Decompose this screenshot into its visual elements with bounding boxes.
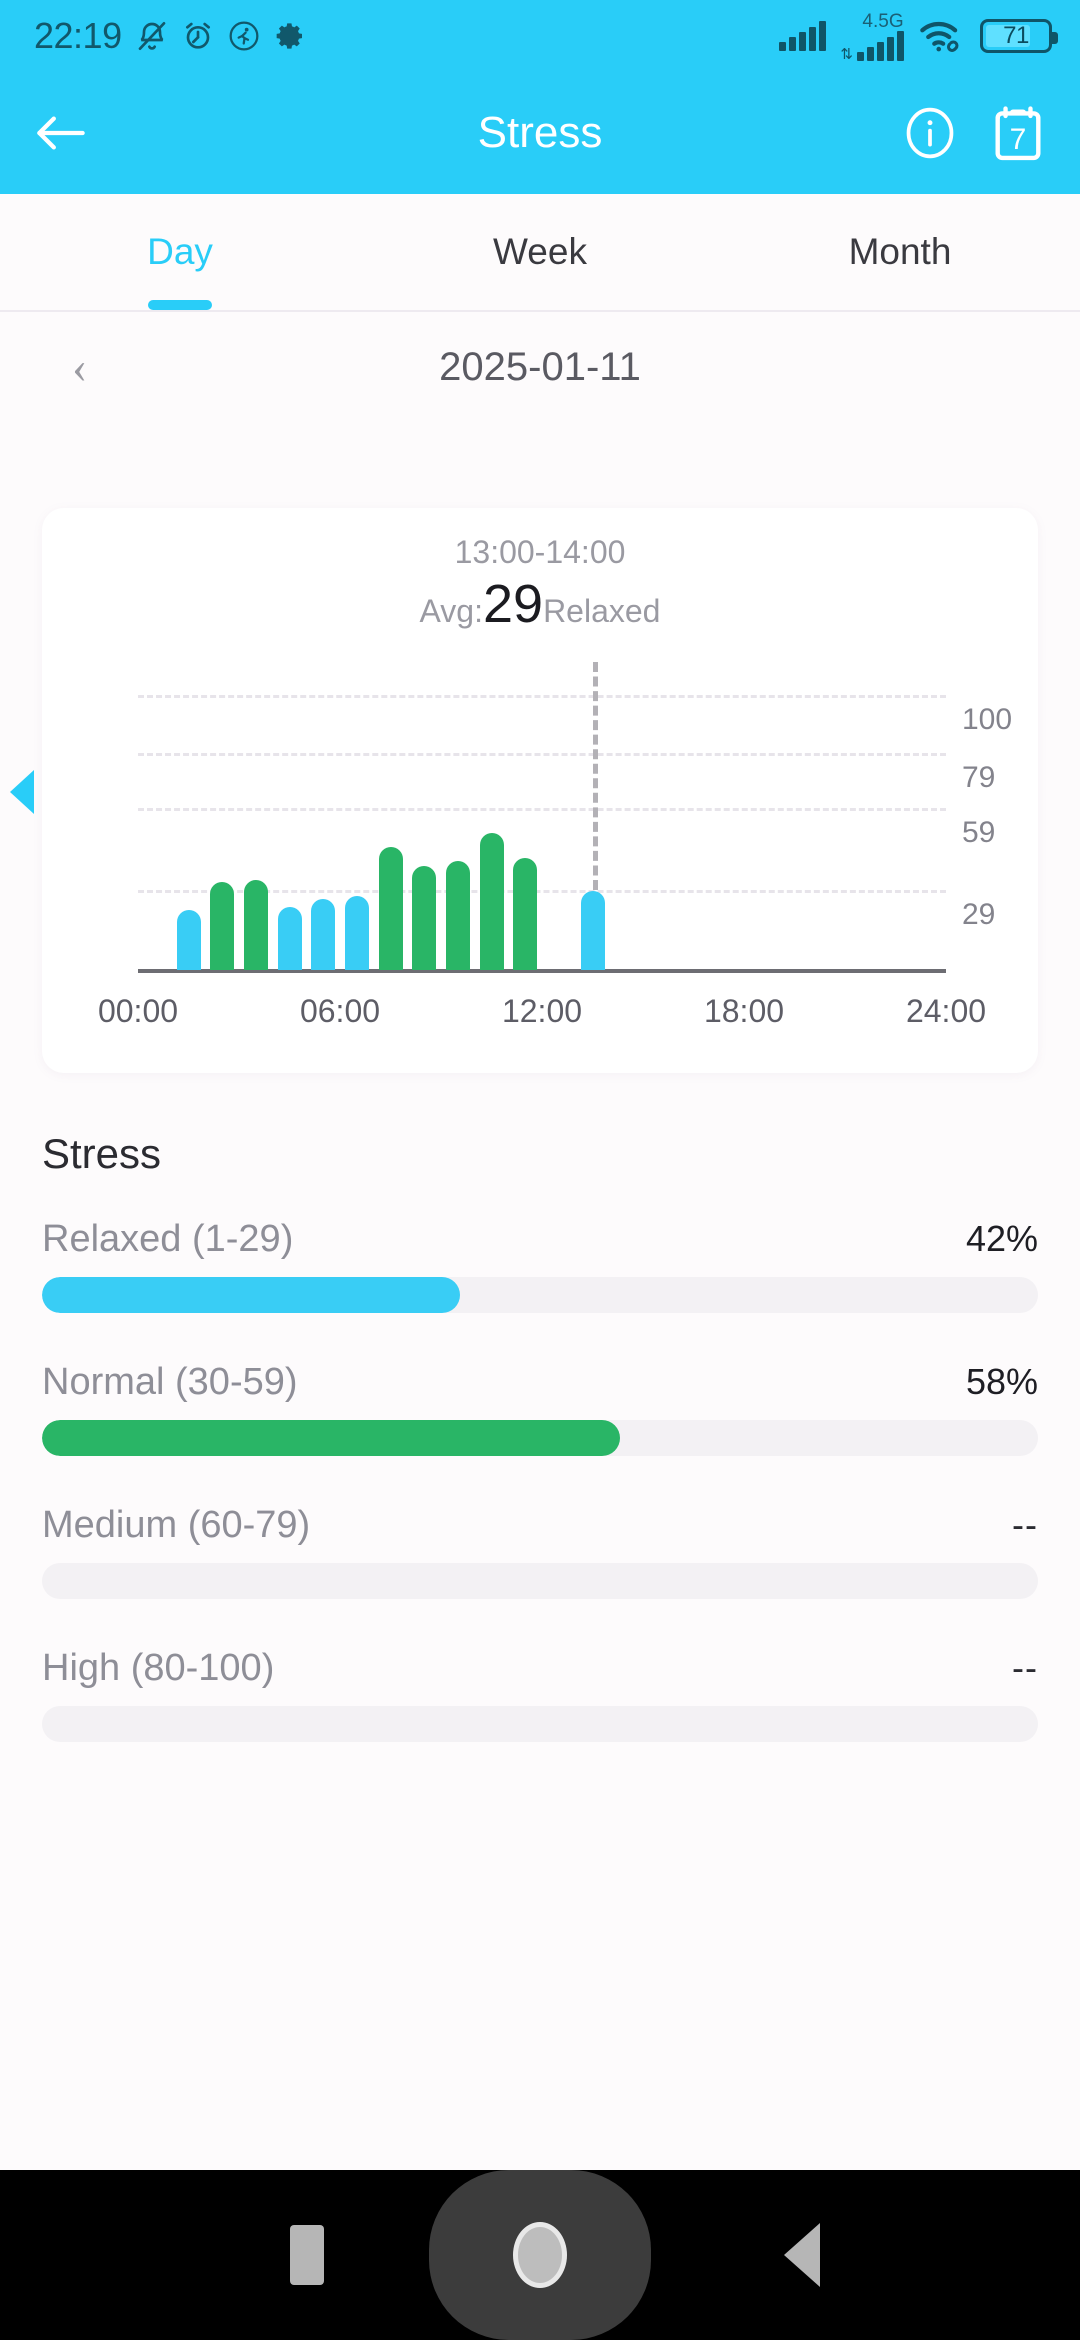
status-bar-clock: 22:19: [34, 15, 122, 56]
tab-day[interactable]: Day: [0, 194, 360, 310]
stress-level-item: Normal (30-59) 58%: [42, 1361, 1038, 1456]
chart-x-tick-label: 24:00: [905, 993, 987, 1029]
chart-x-tick-label: 06:00: [299, 993, 381, 1029]
chart-cursor-line: [592, 662, 598, 890]
chart-plot-area: 100 79 59 29: [138, 662, 1038, 973]
chart-bar: [311, 898, 336, 970]
info-circle-icon: [906, 107, 954, 159]
signal-bars-icon: [779, 21, 827, 51]
alarm-icon: [185, 22, 210, 49]
network-type-label: 4.5G: [862, 10, 904, 32]
tab-month[interactable]: Month: [720, 194, 1080, 310]
calendar-button[interactable]: 7: [990, 103, 1046, 163]
chart-bar: [580, 890, 605, 970]
battery-icon: 71: [980, 19, 1058, 53]
stress-level-name: Relaxed (1-29): [42, 1218, 294, 1260]
status-bar-left: 22:19: [34, 15, 306, 57]
tab-week[interactable]: Week: [360, 194, 720, 310]
tab-week-label: Week: [493, 231, 587, 272]
chart-bar: [513, 857, 538, 970]
gear-icon: [276, 23, 302, 49]
data-arrows-icon: ⇅: [840, 45, 853, 63]
previous-day-button[interactable]: ‹: [72, 344, 87, 390]
triangle-back-icon[interactable]: [784, 2223, 820, 2287]
back-button[interactable]: [34, 112, 88, 154]
chart-avg-value: 29: [482, 574, 544, 634]
chart-bars: [138, 668, 946, 973]
tab-day-label: Day: [147, 231, 213, 272]
chart-bar: [243, 879, 268, 970]
stress-level-row: Normal (30-59) 58%: [42, 1361, 1038, 1404]
chart-bar: [277, 907, 302, 970]
period-tabs: Day Week Month: [0, 194, 1080, 312]
running-person-icon: [229, 21, 259, 51]
calendar-icon: 7: [995, 106, 1041, 161]
wifi-icon: [920, 21, 959, 52]
battery-percent-label: 71: [1003, 22, 1029, 49]
chart-y-tick-label: 100: [962, 703, 1013, 737]
home-button[interactable]: [429, 2170, 651, 2340]
stress-level-row: High (80-100) --: [42, 1647, 1038, 1690]
stress-level-track: [42, 1277, 1038, 1313]
chart-bar: [378, 846, 403, 970]
chart-x-tick-label: 18:00: [703, 993, 785, 1029]
stress-level-track: [42, 1563, 1038, 1599]
chart-y-tick-label: 29: [962, 897, 996, 931]
stress-level-percent: --: [1012, 1647, 1038, 1688]
stress-level-name: Normal (30-59): [42, 1361, 298, 1403]
stress-level-item: Medium (60-79) --: [42, 1504, 1038, 1599]
silent-bell-icon: [138, 22, 165, 50]
stress-level-track: [42, 1420, 1038, 1456]
status-bar: 22:19 4.5G ⇅ 71: [0, 0, 1080, 72]
chart-avg-prefix: Avg:: [419, 593, 483, 629]
chart-bar: [344, 896, 369, 970]
stress-level-percent: 42%: [965, 1218, 1038, 1259]
square-icon[interactable]: [290, 2225, 324, 2285]
arrow-left-icon: [37, 116, 85, 150]
chart-time-range: 13:00-14:00: [454, 534, 626, 570]
chart-y-tick-label: 79: [962, 760, 996, 794]
date-navigator: ‹ 2025-01-11: [0, 312, 1080, 422]
mobile-data-icon: 4.5G ⇅: [840, 10, 904, 63]
stress-levels-list: Relaxed (1-29) 42% Normal (30-59) 58% Medium…: [42, 1218, 1038, 1790]
chart-bar: [412, 866, 437, 970]
stress-level-fill: [42, 1420, 620, 1456]
chart-bar: [479, 833, 504, 970]
app-bar-actions: 7: [902, 103, 1046, 163]
stress-level-item: Relaxed (1-29) 42%: [42, 1218, 1038, 1313]
circle-icon: [513, 2222, 567, 2288]
current-date-label: 2025-01-11: [439, 344, 641, 389]
stress-level-name: Medium (60-79): [42, 1504, 311, 1546]
chart-bar: [445, 860, 470, 970]
status-bar-right: 4.5G ⇅ 71: [779, 10, 1058, 63]
stress-level-percent: --: [1012, 1504, 1038, 1545]
info-button[interactable]: [902, 105, 958, 161]
stress-level-percent: 58%: [965, 1361, 1038, 1402]
stress-level-row: Relaxed (1-29) 42%: [42, 1218, 1038, 1261]
stress-level-item: High (80-100) --: [42, 1647, 1038, 1742]
chart-avg-state: Relaxed: [543, 593, 661, 629]
calendar-day-number: 7: [1010, 123, 1027, 156]
stress-level-row: Medium (60-79) --: [42, 1504, 1038, 1547]
stress-level-track: [42, 1706, 1038, 1742]
android-nav-bar: [0, 2170, 1080, 2340]
chart-x-tick-label: 12:00: [501, 993, 583, 1029]
chart-bar: [176, 909, 201, 970]
chart-y-tick-label: 59: [962, 815, 996, 849]
triangle-left-icon[interactable]: [10, 770, 34, 814]
stress-chart-card[interactable]: 13:00-14:00 Avg: 29 Relaxed 100 79 59 29 00…: [42, 508, 1038, 1073]
stress-level-name: High (80-100): [42, 1647, 275, 1689]
chart-x-tick-label: 00:00: [97, 993, 179, 1029]
stress-section-heading: Stress: [42, 1130, 162, 1177]
app-bar: Stress 7: [0, 72, 1080, 194]
chart-average: Avg: 29 Relaxed: [42, 577, 1038, 631]
chart-bar: [210, 882, 235, 970]
tab-month-label: Month: [848, 231, 952, 272]
chart-header: 13:00-14:00 Avg: 29 Relaxed: [42, 508, 1038, 631]
stress-level-fill: [42, 1277, 461, 1313]
signal-bars-secondary-icon: [857, 30, 904, 61]
